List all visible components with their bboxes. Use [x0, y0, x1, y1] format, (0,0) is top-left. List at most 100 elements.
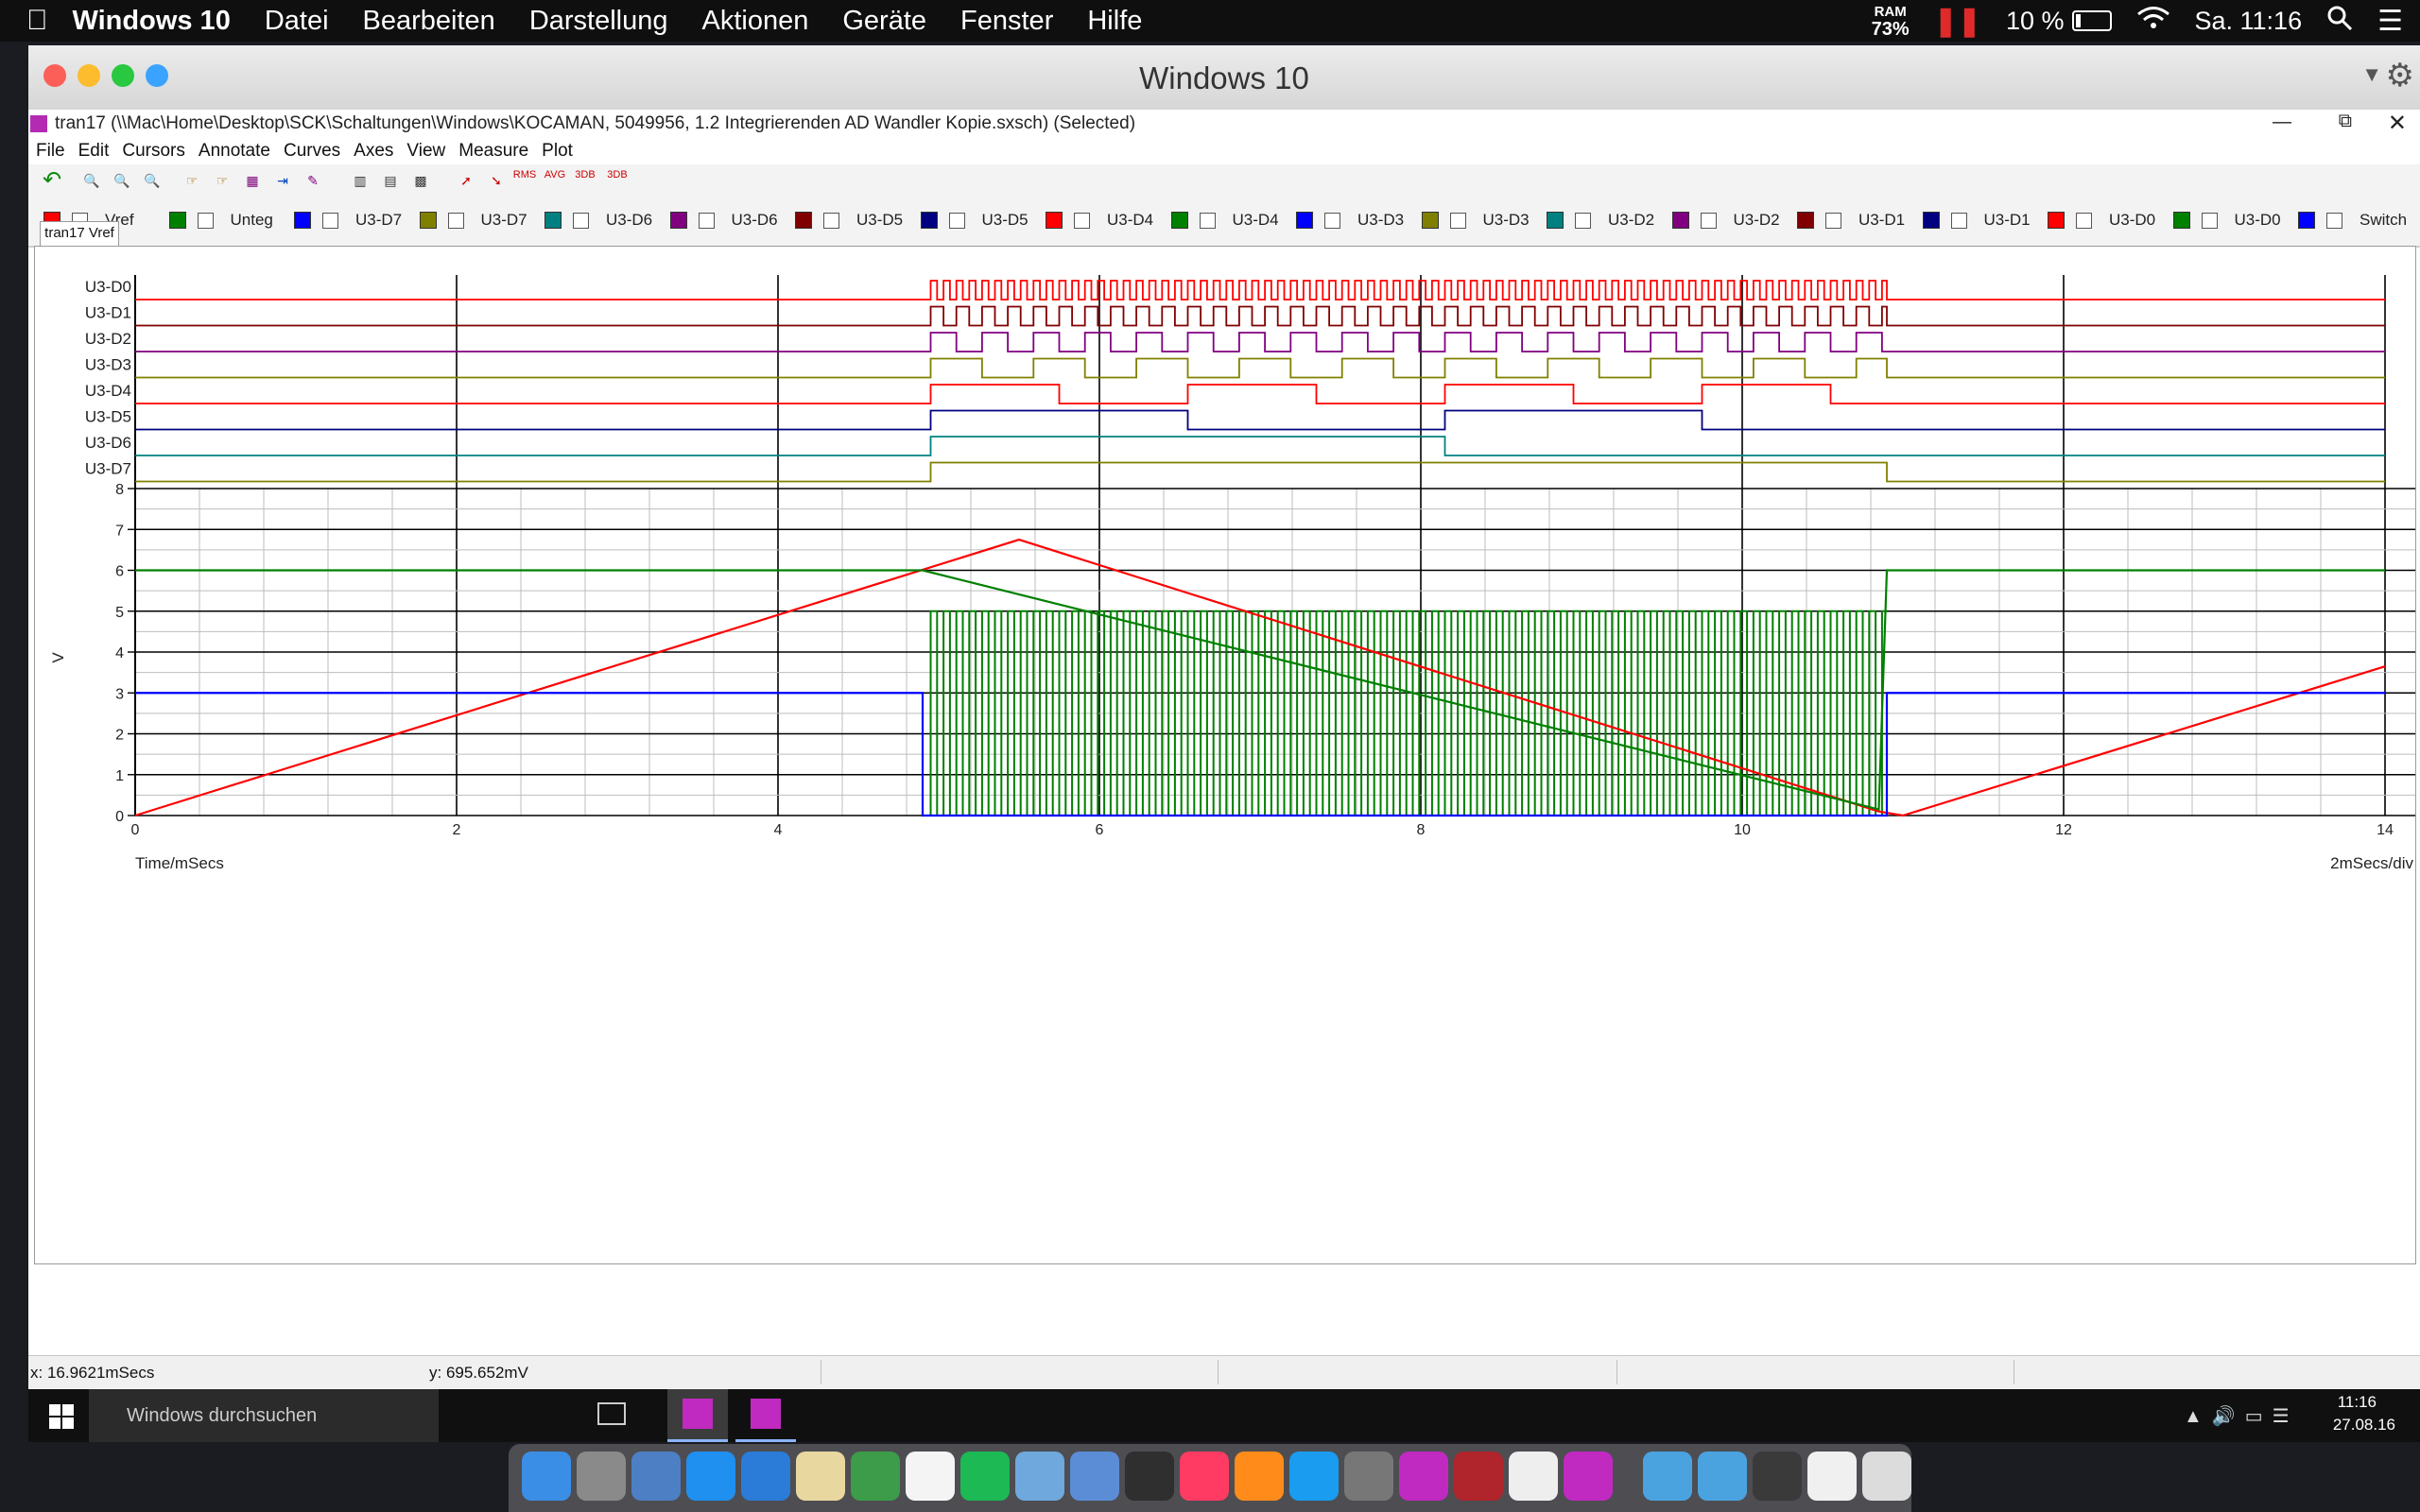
dropdown-icon[interactable]: ▼: [2361, 62, 2382, 87]
folder-icon[interactable]: [1698, 1452, 1747, 1501]
wifi-icon[interactable]: [2136, 6, 2170, 37]
menu-darstellung[interactable]: Darstellung: [529, 6, 668, 37]
legend-checkbox[interactable]: [1199, 212, 1216, 229]
zoom-out-icon[interactable]: 🔍: [110, 168, 134, 193]
legend-item[interactable]: U3-D5: [795, 211, 903, 230]
parallels-icon[interactable]: [1454, 1452, 1503, 1501]
legend-item[interactable]: Unteg: [168, 211, 273, 230]
taskbar-search-input[interactable]: Windows durchsuchen: [89, 1389, 439, 1442]
rise-time-icon[interactable]: ➚: [454, 168, 478, 193]
terminal-icon[interactable]: [1753, 1452, 1802, 1501]
pages-icon[interactable]: [796, 1452, 845, 1501]
legend-item[interactable]: U3-D1: [1797, 211, 1905, 230]
rms-icon[interactable]: RMS: [512, 168, 537, 193]
legend-item[interactable]: U3-D3: [1296, 211, 1404, 230]
undo-icon[interactable]: ↶: [40, 168, 64, 193]
legend-checkbox[interactable]: [1575, 212, 1591, 229]
notification-center-icon[interactable]: ☰: [2377, 5, 2403, 38]
taskbar-date[interactable]: 27.08.16: [2333, 1416, 2395, 1435]
edit-curve-icon[interactable]: ✎: [301, 168, 325, 193]
legend-item[interactable]: U3-D2: [1547, 211, 1654, 230]
legend-checkbox[interactable]: [1324, 212, 1340, 229]
folder-icon[interactable]: [1643, 1452, 1692, 1501]
menu-annotate[interactable]: Annotate: [199, 141, 270, 162]
axes-icon[interactable]: ▩: [408, 168, 433, 193]
taskbar-time[interactable]: 11:16: [2338, 1393, 2377, 1412]
spotlight-search-icon[interactable]: [2326, 5, 2353, 38]
menu-axes[interactable]: Axes: [354, 141, 393, 162]
minimize-icon[interactable]: —: [2273, 112, 2291, 133]
legend-item[interactable]: U3-D2: [1671, 211, 1780, 230]
menu-hilfe[interactable]: Hilfe: [1087, 6, 1142, 37]
menu-fenster[interactable]: Fenster: [960, 6, 1053, 37]
zoom-in-icon[interactable]: 🔍: [79, 168, 104, 193]
new-axis-icon[interactable]: ▥: [348, 168, 372, 193]
gear-icon[interactable]: ⚙: [2386, 57, 2414, 94]
taskbar-app-simetrix-1[interactable]: [667, 1389, 728, 1442]
legend-item[interactable]: U3-D6: [669, 211, 778, 230]
legend-checkbox[interactable]: [2201, 212, 2218, 229]
clock[interactable]: Sa. 11:16: [2195, 7, 2303, 36]
launchpad-icon[interactable]: [577, 1452, 626, 1501]
mail-icon[interactable]: [1015, 1452, 1064, 1501]
ram-indicator[interactable]: RAM 73%: [1872, 4, 1910, 39]
preview-icon[interactable]: [631, 1452, 681, 1501]
close-icon[interactable]: ✕: [2388, 110, 2407, 137]
numbers-icon[interactable]: [851, 1452, 900, 1501]
3db-high-icon[interactable]: 3DB: [573, 168, 597, 193]
waveform-plot[interactable]: 0123456780246810121416Time/mSecs2mSecs/d…: [35, 247, 2415, 1263]
fall-time-icon[interactable]: ➘: [484, 168, 509, 193]
legend-checkbox[interactable]: [2076, 212, 2092, 229]
3db-low-icon[interactable]: 3DB: [605, 168, 630, 193]
apple-icon[interactable]: : [26, 5, 48, 37]
windows-start-icon[interactable]: [49, 1404, 74, 1434]
legend-item[interactable]: U3-D7: [419, 211, 527, 230]
legend-item[interactable]: U3-D3: [1421, 211, 1530, 230]
xcode-icon[interactable]: [1070, 1452, 1119, 1501]
menu-bearbeiten[interactable]: Bearbeiten: [363, 6, 495, 37]
menu-datei[interactable]: Datei: [265, 6, 329, 37]
task-view-icon[interactable]: [597, 1402, 626, 1425]
bar-graph-icon[interactable]: ▦: [240, 168, 265, 193]
legend-checkbox[interactable]: [197, 212, 214, 229]
legend-item[interactable]: U3-D4: [1046, 211, 1153, 230]
app-menu[interactable]: Windows 10: [73, 6, 231, 37]
messages-icon[interactable]: [1125, 1452, 1174, 1501]
trash-icon[interactable]: [1862, 1452, 1911, 1501]
system-preferences-icon[interactable]: [1344, 1452, 1393, 1501]
app-icon[interactable]: [1509, 1452, 1558, 1501]
legend-item[interactable]: U3-D6: [544, 211, 652, 230]
legend-checkbox[interactable]: [1825, 212, 1841, 229]
legend-checkbox[interactable]: [573, 212, 589, 229]
zoom-full-icon[interactable]: 🔍: [140, 168, 164, 193]
menu-geraete[interactable]: Geräte: [842, 6, 926, 37]
menu-view[interactable]: View: [406, 141, 445, 162]
legend-checkbox[interactable]: [1950, 212, 1967, 229]
menu-plot[interactable]: Plot: [542, 141, 573, 162]
legend-item[interactable]: Switch: [2298, 211, 2407, 230]
legend-checkbox[interactable]: [1074, 212, 1090, 229]
legend-item[interactable]: U3-D5: [920, 211, 1028, 230]
keynote-icon[interactable]: [741, 1452, 790, 1501]
menu-curves[interactable]: Curves: [284, 141, 340, 162]
music-icon[interactable]: [1180, 1452, 1229, 1501]
simetrix-icon[interactable]: [1399, 1452, 1448, 1501]
new-grid-icon[interactable]: ▤: [378, 168, 403, 193]
spotify-icon[interactable]: [960, 1452, 1010, 1501]
safari-icon[interactable]: [686, 1452, 735, 1501]
legend-checkbox[interactable]: [447, 212, 464, 229]
average-icon[interactable]: AVG: [543, 168, 567, 193]
plot-area[interactable]: 0123456780246810121416Time/mSecs2mSecs/d…: [34, 246, 2416, 1264]
legend-checkbox[interactable]: [823, 212, 839, 229]
finder-icon[interactable]: [522, 1452, 571, 1501]
legend-checkbox[interactable]: [698, 212, 715, 229]
menu-edit[interactable]: Edit: [78, 141, 110, 162]
legend-item[interactable]: U3-D1: [1922, 211, 2031, 230]
simetrix-icon[interactable]: [1564, 1452, 1613, 1501]
parallels-icon[interactable]: ❚❚: [1934, 5, 1981, 38]
legend-item[interactable]: U3-D0: [2048, 211, 2155, 230]
menu-file[interactable]: File: [36, 141, 65, 162]
app-store-icon[interactable]: [1289, 1452, 1339, 1501]
legend-item[interactable]: U3-D7: [294, 211, 402, 230]
cursor-move-icon[interactable]: ☞: [210, 168, 234, 193]
